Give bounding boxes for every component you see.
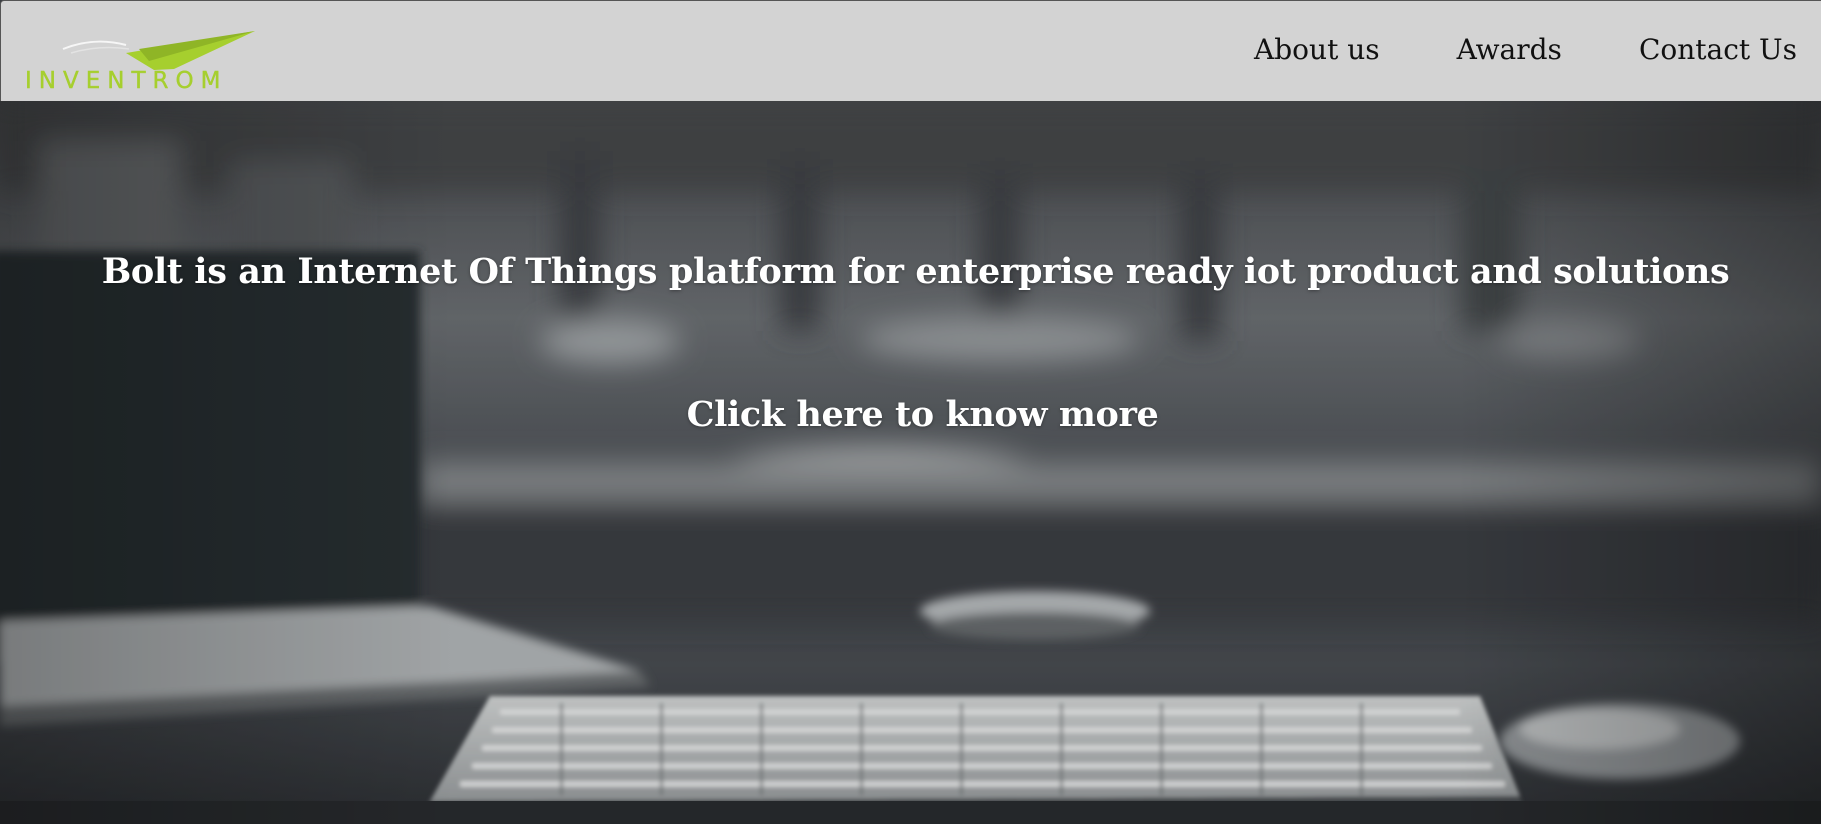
nav-link-contact-us[interactable]: Contact Us [1639, 33, 1797, 66]
hero-background-image [0, 101, 1821, 824]
know-more-link[interactable]: Click here to know more [0, 394, 1821, 435]
page: INVENTROM About us Awards Contact Us Bol… [0, 0, 1821, 824]
nav-link-awards[interactable]: Awards [1457, 33, 1562, 66]
main-nav: About us Awards Contact Us [1254, 33, 1797, 66]
hero-headline: Bolt is an Internet Of Things platform f… [101, 251, 1730, 292]
hero-section: Bolt is an Internet Of Things platform f… [0, 101, 1821, 824]
svg-text:INVENTROM: INVENTROM [25, 68, 227, 94]
logo-graphic: INVENTROM [25, 31, 255, 94]
site-header: INVENTROM About us Awards Contact Us [0, 0, 1821, 101]
inventrom-logo[interactable]: INVENTROM [23, 27, 308, 97]
nav-link-about-us[interactable]: About us [1254, 33, 1380, 66]
